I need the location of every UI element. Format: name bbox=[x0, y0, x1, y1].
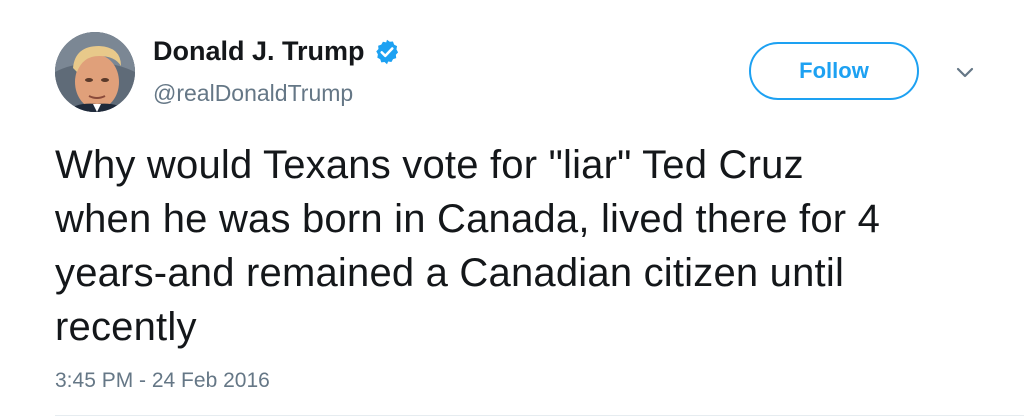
display-name[interactable]: Donald J. Trump bbox=[153, 36, 401, 67]
verified-badge-icon bbox=[373, 38, 401, 66]
chevron-down-icon[interactable] bbox=[955, 66, 975, 80]
follow-button[interactable]: Follow bbox=[749, 42, 919, 100]
tweet-text: Why would Texans vote for "liar" Ted Cru… bbox=[55, 138, 1005, 354]
avatar[interactable] bbox=[55, 32, 135, 112]
tweet-text-line: years-and remained a Canadian citizen un… bbox=[55, 251, 845, 295]
divider bbox=[55, 415, 1024, 416]
user-handle[interactable]: @realDonaldTrump bbox=[153, 80, 353, 107]
tweet-timestamp[interactable]: 3:45 PM - 24 Feb 2016 bbox=[55, 369, 270, 393]
tweet-text-line: when he was born in Canada, lived there … bbox=[55, 197, 881, 241]
tweet-text-line: Why would Texans vote for "liar" Ted Cru… bbox=[55, 143, 804, 187]
tweet-card: Donald J. Trump @realDonaldTrump Follow … bbox=[0, 0, 1024, 420]
avatar-image bbox=[55, 32, 135, 112]
tweet-text-line: recently bbox=[55, 305, 197, 349]
display-name-text: Donald J. Trump bbox=[153, 36, 365, 66]
